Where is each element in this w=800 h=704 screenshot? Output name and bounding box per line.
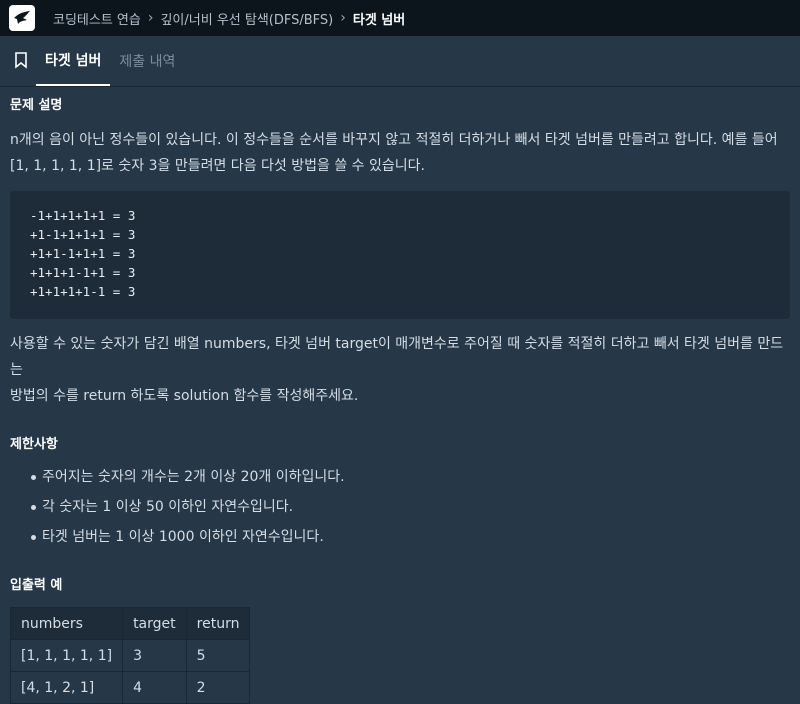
- chevron-right-icon: ›: [340, 10, 346, 26]
- code-line: +1+1+1+1-1 = 3: [30, 284, 136, 299]
- constraints-list: 주어지는 숫자의 개수는 2개 이상 20개 이하입니다. 각 숫자는 1 이상…: [10, 462, 790, 552]
- breadcrumb-current: 타겟 넘버: [352, 12, 406, 28]
- breadcrumb: 코딩테스트 연습 › 깊이/너비 우선 탐색(DFS/BFS) › 타겟 넘버: [53, 9, 405, 28]
- table-header-cell: return: [185, 607, 251, 640]
- description-paragraph-1: n개의 음이 아닌 정수들이 있습니다. 이 정수들을 순서를 바꾸지 않고 적…: [10, 127, 790, 179]
- code-example-block: -1+1+1+1+1 = 3 +1-1+1+1+1 = 3 +1+1-1+1+1 =…: [10, 191, 790, 319]
- code-line: -1+1+1+1+1 = 3: [30, 208, 136, 223]
- table-row: [1, 1, 1, 1, 1] 3 5: [9, 639, 251, 672]
- table-header-cell: target: [122, 607, 187, 640]
- description-line: n개의 음이 아닌 정수들이 있습니다. 이 정수들을 순서를 바꾸지 않고 적…: [10, 132, 778, 148]
- examples-table: numbers target return [1, 1, 1, 1, 1] 3 …: [9, 607, 251, 704]
- table-cell: 2: [185, 671, 251, 704]
- constraint-item: 주어지는 숫자의 개수는 2개 이상 20개 이하입니다.: [31, 462, 790, 492]
- tab-problem[interactable]: 타겟 넘버: [36, 36, 111, 86]
- tab-bar: 타겟 넘버 제출 내역: [0, 36, 800, 87]
- description-line: 방법의 수를 return 하도록 solution 함수를 작성해주세요.: [10, 388, 359, 404]
- chevron-right-icon: ›: [147, 10, 154, 26]
- code-line: +1-1+1+1+1 = 3: [30, 227, 136, 242]
- description-line: [1, 1, 1, 1, 1]로 숫자 3을 만들려면 다음 다섯 방법을 쓸 …: [10, 158, 425, 174]
- code-line: +1+1-1+1+1 = 3: [30, 246, 136, 261]
- section-title-examples: 입출력 예: [10, 578, 63, 593]
- bookmark-icon[interactable]: [12, 51, 30, 69]
- table-header-cell: numbers: [9, 607, 124, 640]
- table-cell: 5: [185, 639, 251, 672]
- constraint-item: 타겟 넘버는 1 이상 1000 이하인 자연수입니다.: [31, 522, 790, 552]
- code-line: +1+1+1-1+1 = 3: [30, 265, 136, 280]
- table-row: [4, 1, 2, 1] 4 2: [9, 671, 251, 704]
- table-cell: 4: [122, 671, 187, 704]
- table-cell: 3: [122, 639, 187, 672]
- programmers-logo-icon[interactable]: [9, 5, 35, 31]
- section-title-description: 문제 설명: [10, 98, 63, 113]
- section-title-constraints: 제한사항: [10, 437, 58, 452]
- top-bar: 코딩테스트 연습 › 깊이/너비 우선 탐색(DFS/BFS) › 타겟 넘버: [0, 0, 800, 36]
- problem-content: 문제 설명 n개의 음이 아닌 정수들이 있습니다. 이 정수들을 순서를 바꾸…: [9, 86, 790, 704]
- breadcrumb-item-dfs-bfs[interactable]: 깊이/너비 우선 탐색(DFS/BFS): [160, 9, 333, 28]
- description-paragraph-2: 사용할 수 있는 숫자가 담긴 배열 numbers, 타겟 넘버 target…: [10, 331, 790, 409]
- table-header-row: numbers target return: [9, 607, 251, 640]
- breadcrumb-item-coding-test[interactable]: 코딩테스트 연습: [53, 9, 141, 28]
- tab-submissions[interactable]: 제출 내역: [110, 36, 184, 86]
- description-line: 사용할 수 있는 숫자가 담긴 배열 numbers, 타겟 넘버 target…: [10, 336, 784, 378]
- table-cell: [1, 1, 1, 1, 1]: [9, 639, 124, 672]
- table-cell: [4, 1, 2, 1]: [9, 671, 124, 704]
- constraint-item: 각 숫자는 1 이상 50 이하인 자연수입니다.: [31, 492, 790, 522]
